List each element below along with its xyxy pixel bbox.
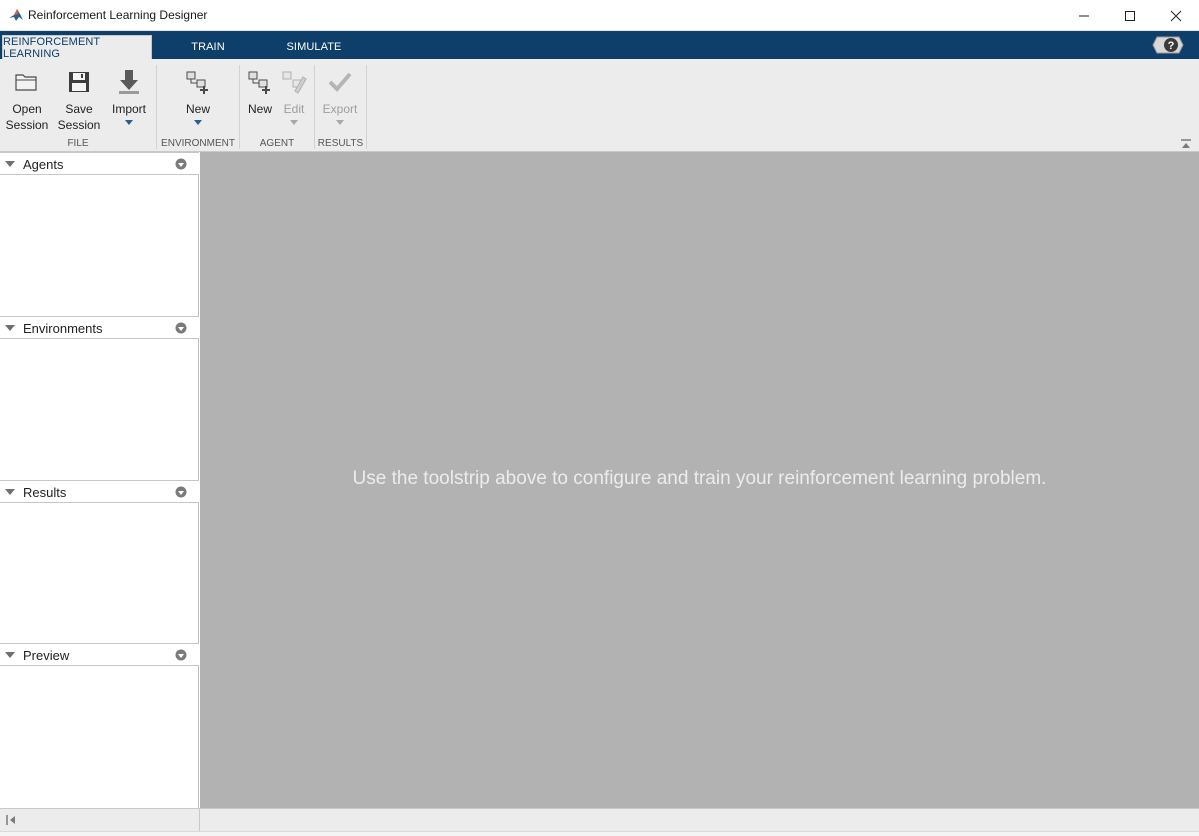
open-session-label-1: Open — [12, 102, 42, 116]
edit-agent-label: Edit — [283, 102, 305, 116]
edit-agent-button[interactable]: Edit — [280, 67, 308, 125]
edit-agent-icon — [282, 71, 307, 94]
save-session-label-1: Save — [65, 102, 93, 116]
results-panel-title: Results — [23, 485, 67, 500]
window-title: Reinforcement Learning Designer — [28, 8, 208, 22]
panel-collapse-icon[interactable] — [5, 325, 15, 331]
panel-menu-icon[interactable] — [175, 486, 187, 498]
minimize-button[interactable] — [1061, 0, 1107, 31]
new-environment-button[interactable]: New — [178, 67, 218, 125]
environments-panel-header[interactable]: Environments — [0, 316, 199, 339]
status-bar — [0, 808, 1199, 836]
new-environment-label: New — [185, 102, 210, 116]
save-session-label-2: Session — [57, 118, 101, 132]
panel-collapse-icon[interactable] — [5, 652, 15, 658]
group-label-environment: ENVIRONMENT — [161, 138, 235, 149]
import-dropdown-caret — [125, 120, 133, 125]
export-button[interactable]: Export — [320, 67, 360, 125]
import-button[interactable]: Import — [108, 67, 150, 125]
save-session-button[interactable]: Save Session — [58, 67, 100, 133]
tab-reinforcement-learning[interactable]: REINFORCEMENT LEARNING — [2, 35, 152, 60]
group-separator — [314, 65, 315, 149]
results-panel-header[interactable]: Results — [0, 480, 199, 503]
empty-state-hint: Use the toolstrip above to configure and… — [352, 468, 1047, 489]
new-agent-button[interactable]: New — [244, 67, 276, 117]
svg-text:?: ? — [1168, 40, 1175, 52]
group-separator — [366, 65, 367, 149]
group-separator — [239, 65, 240, 149]
import-icon — [119, 70, 139, 94]
save-icon — [69, 72, 89, 92]
matlab-logo-icon — [9, 9, 23, 21]
preview-area — [0, 666, 198, 808]
panel-collapse-icon[interactable] — [5, 489, 15, 495]
maximize-icon — [1125, 10, 1135, 21]
panel-menu-icon[interactable] — [175, 649, 187, 661]
open-session-button[interactable]: Open Session — [6, 67, 48, 133]
panel-collapse-icon[interactable] — [5, 161, 15, 167]
environments-list[interactable] — [0, 339, 198, 480]
new-agent-label: New — [247, 102, 272, 116]
new-environment-icon — [186, 71, 208, 94]
new-environment-dropdown-caret — [194, 120, 202, 125]
edit-agent-dropdown-caret — [290, 120, 298, 125]
status-bar-divider — [199, 809, 200, 831]
export-dropdown-caret — [336, 120, 344, 125]
panel-menu-icon[interactable] — [175, 322, 187, 334]
preview-panel-title: Preview — [23, 648, 70, 663]
title-bar: Reinforcement Learning Designer — [0, 0, 1199, 31]
close-button[interactable] — [1153, 0, 1199, 31]
maximize-button[interactable] — [1107, 0, 1153, 31]
group-separator — [156, 65, 157, 149]
group-label-results: RESULTS — [317, 138, 364, 149]
folder-icon — [15, 74, 37, 91]
status-bar-bottom-strip — [0, 831, 1199, 836]
import-label: Import — [111, 102, 146, 116]
preview-panel-header[interactable]: Preview — [0, 643, 199, 666]
open-session-label-2: Session — [5, 118, 49, 132]
group-label-file: FILE — [67, 138, 89, 149]
agents-panel-title: Agents — [23, 157, 64, 172]
collapse-left-icon[interactable] — [6, 815, 16, 825]
export-label: Export — [322, 102, 358, 116]
new-agent-icon — [248, 71, 270, 94]
minimize-icon — [1079, 15, 1089, 16]
data-browser-panel: Agents Environments Results Preview — [0, 152, 199, 808]
export-check-icon — [328, 72, 352, 92]
toolstrip-tab-bar: REINFORCEMENT LEARNING TRAIN SIMULATE — [0, 31, 1199, 60]
tab-simulate[interactable]: SIMULATE — [278, 35, 350, 59]
panel-menu-icon[interactable] — [175, 158, 187, 170]
environments-panel-title: Environments — [23, 321, 103, 336]
tab-train[interactable]: TRAIN — [176, 35, 240, 59]
toolstrip: Open Session Save Session Import FILE Ne… — [0, 59, 1199, 152]
group-label-agent: AGENT — [259, 138, 295, 149]
document-area: Use the toolstrip above to configure and… — [200, 152, 1199, 808]
collapse-toolstrip-icon[interactable] — [1181, 139, 1191, 149]
close-icon — [1170, 10, 1182, 21]
help-icon[interactable]: ? — [1147, 34, 1189, 56]
agents-list[interactable] — [0, 175, 198, 316]
agents-panel-header[interactable]: Agents — [0, 152, 199, 175]
results-list[interactable] — [0, 503, 198, 643]
